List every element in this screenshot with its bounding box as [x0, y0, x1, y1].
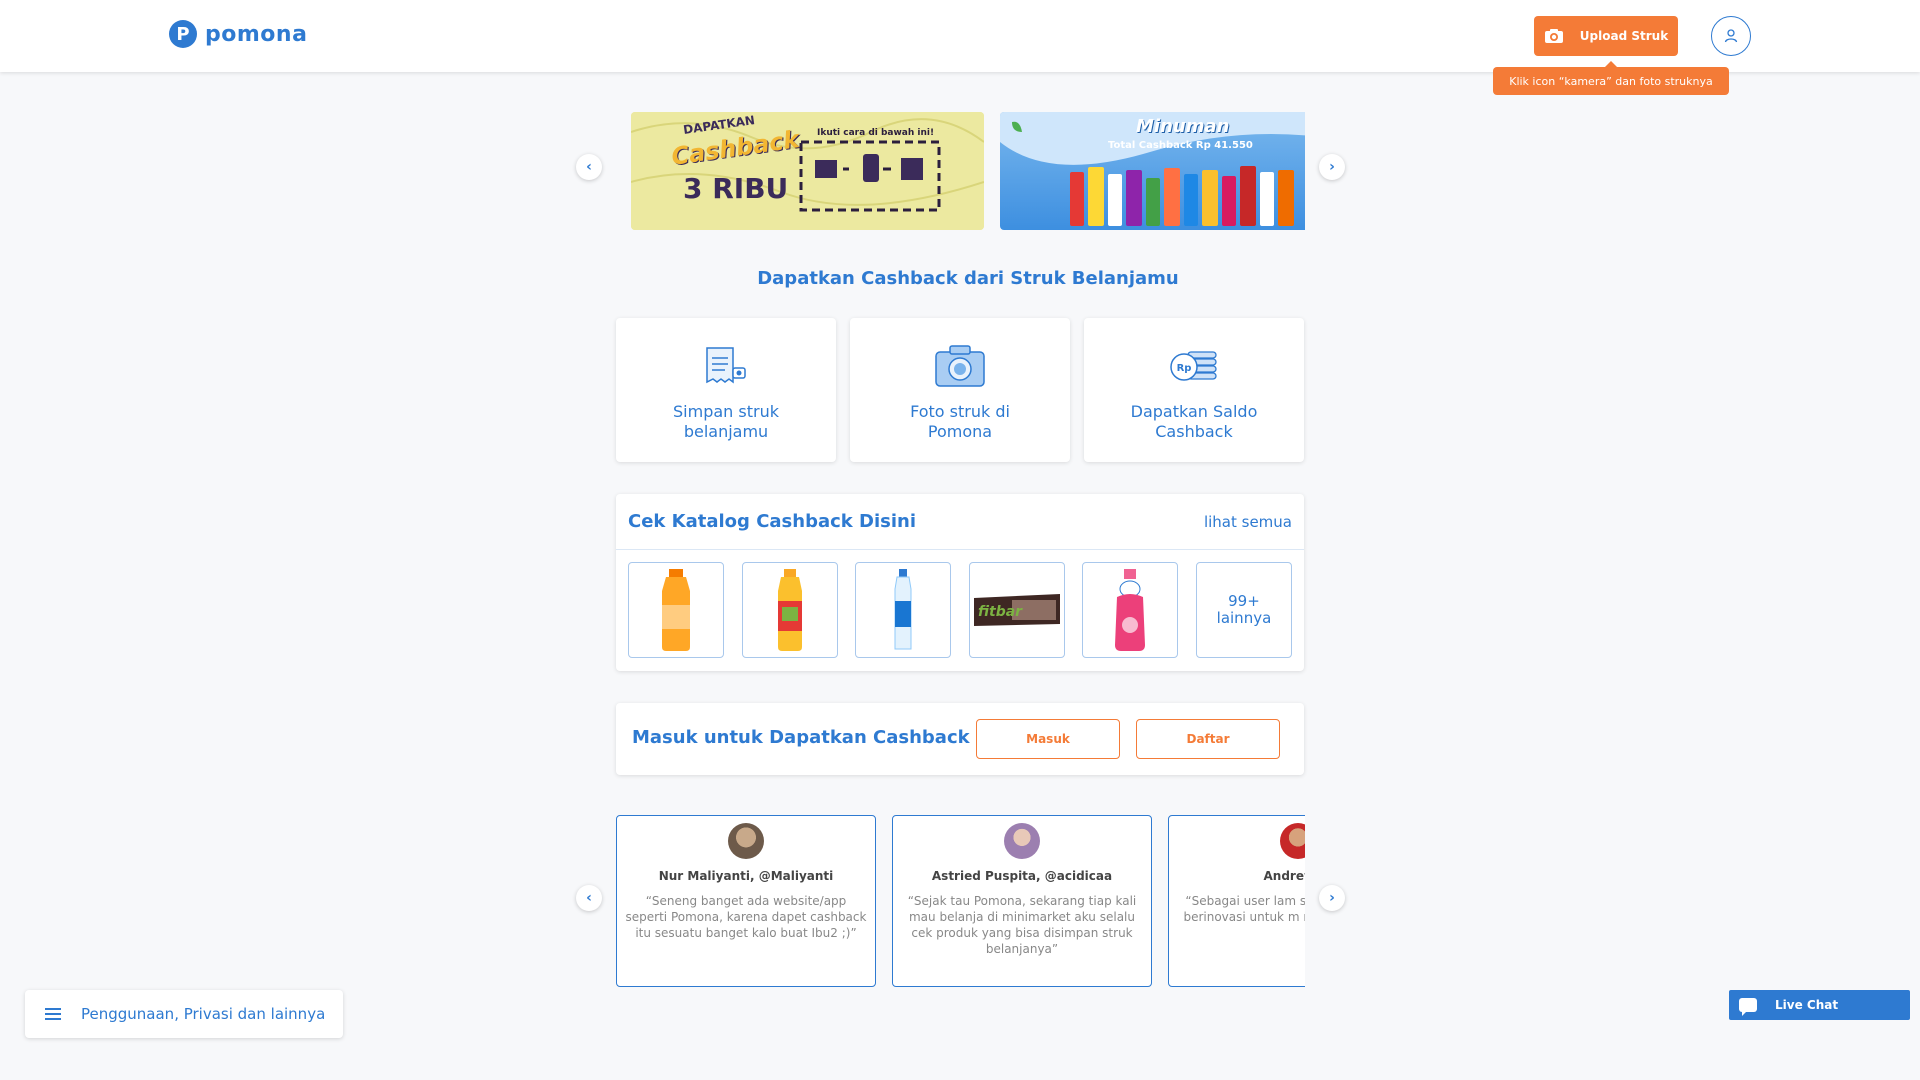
logo-mark-icon: P: [169, 20, 197, 48]
pomona-logo[interactable]: P pomona: [169, 20, 307, 48]
testimonial-name: Astried Puspita, @acidicaa: [931, 869, 1113, 883]
testimonial-text: “Seneng banget ada website/app seperti P…: [625, 894, 867, 940]
top-header: P pomona Upload Struk: [0, 0, 1920, 72]
receipt-icon: [698, 342, 754, 390]
banner2-title: Minuman: [1136, 116, 1230, 137]
banner1-line3: 3 RIBU: [683, 172, 789, 205]
testimonial-text: “Sejak tau Pomona, sekarang tiap kali ma…: [907, 894, 1137, 956]
fitbar-snack-image: fitbar: [973, 594, 1060, 626]
catalog-more-item[interactable]: 99+ lainnya: [1195, 562, 1292, 658]
logo-text: pomona: [205, 21, 308, 47]
banner-carousel: DAPATKAN Cashback 3 RIBU Ikuti cara di b…: [631, 112, 1305, 230]
catalog-title: Cek Katalog Cashback Disini: [628, 511, 916, 532]
footer-menu-button[interactable]: Penggunaan, Privasi dan lainnya: [25, 990, 343, 1038]
catalog-item-pink-milk[interactable]: [1082, 562, 1179, 658]
coins-icon: Rp: [1166, 342, 1222, 390]
tea-bottle-image: [777, 569, 802, 651]
upload-struk-label: Upload Struk: [1579, 29, 1669, 43]
more-label: lainnya: [1216, 609, 1272, 627]
catalog-items: fitbar 99+ lainnya: [616, 550, 1304, 670]
step-card-foto: Foto struk di Pomona: [850, 318, 1070, 462]
pink-milk-bottle-image: [1115, 569, 1146, 651]
live-chat-label: Live Chat: [1775, 998, 1839, 1012]
catalog-item-fitbar[interactable]: fitbar: [968, 562, 1065, 658]
banner-cashback-3ribu[interactable]: DAPATKAN Cashback 3 RIBU Ikuti cara di b…: [631, 112, 984, 230]
live-chat-button[interactable]: Live Chat: [1729, 990, 1910, 1020]
chevron-left-icon: ‹: [586, 890, 592, 906]
upload-tooltip: Klik icon “kamera” dan foto struknya: [1493, 61, 1729, 95]
step-label: Foto struk di Pomona: [910, 402, 1010, 441]
step-card-saldo: Rp Dapatkan Saldo Cashback: [1084, 318, 1304, 462]
camera-icon: [1544, 29, 1563, 43]
testimonial-next-arrow[interactable]: ›: [1319, 885, 1345, 911]
water-bottle-image: [894, 569, 912, 650]
chat-bubble-icon: [1739, 998, 1757, 1016]
register-button[interactable]: Daftar: [1136, 719, 1280, 759]
testimonial-card: Astried Puspita, @acidicaa “Sejak tau Po…: [892, 815, 1152, 987]
login-card: Masuk untuk Dapatkan Cashback Masuk Daft…: [616, 703, 1304, 775]
camera-icon: [932, 342, 988, 390]
steps-row: Simpan struk belanjamu Foto struk di Pom…: [616, 318, 1304, 462]
svg-text:Rp: Rp: [1177, 363, 1192, 374]
testimonial-card: Andrew W “Sebagai user lam senang dengan…: [1168, 815, 1305, 987]
catalog-card: Cek Katalog Cashback Disini lihat semua: [616, 494, 1304, 671]
user-icon: [1724, 29, 1738, 43]
avatar: [1004, 823, 1040, 859]
section-title: Dapatkan Cashback dari Struk Belanjamu: [757, 268, 1179, 289]
banner-minuman[interactable]: Minuman Total Cashback Rp 41.550: [1000, 112, 1305, 230]
user-account-button[interactable]: [1711, 16, 1751, 56]
banner-next-arrow[interactable]: ›: [1319, 154, 1345, 180]
step-card-simpan: Simpan struk belanjamu: [616, 318, 836, 462]
catalog-item-water[interactable]: [855, 562, 952, 658]
chevron-right-icon: ›: [1329, 890, 1335, 906]
catalog-header: Cek Katalog Cashback Disini lihat semua: [616, 494, 1304, 550]
upload-struk-button[interactable]: Upload Struk: [1534, 16, 1678, 56]
avatar: [728, 823, 764, 859]
svg-text:fitbar: fitbar: [978, 604, 1023, 620]
login-title: Masuk untuk Dapatkan Cashback: [632, 727, 970, 748]
login-button[interactable]: Masuk: [976, 719, 1120, 759]
catalog-item-tea[interactable]: [741, 562, 838, 658]
orange-juice-bottle-image: [662, 569, 690, 651]
banner2-subtitle: Total Cashback Rp 41.550: [1108, 140, 1253, 151]
more-count: 99+: [1228, 592, 1260, 610]
footer-menu-label: Penggunaan, Privasi dan lainnya: [81, 1005, 326, 1023]
banner1-hint: Ikuti cara di bawah ini!: [817, 128, 935, 138]
avatar: [1280, 823, 1305, 859]
banner-prev-arrow[interactable]: ‹: [576, 154, 602, 180]
testimonial-carousel: Nur Maliyanti, @Maliyanti “Seneng banget…: [616, 815, 1305, 989]
testimonial-card: Nur Maliyanti, @Maliyanti “Seneng banget…: [616, 815, 876, 987]
hamburger-menu-icon: [45, 1005, 61, 1023]
chevron-right-icon: ›: [1329, 159, 1335, 175]
testimonial-name: Andrew W: [1263, 869, 1306, 883]
chevron-left-icon: ‹: [586, 159, 592, 175]
step-label: Dapatkan Saldo Cashback: [1130, 402, 1258, 441]
testimonial-name: Nur Maliyanti, @Maliyanti: [658, 869, 834, 883]
see-all-link[interactable]: lihat semua: [1204, 513, 1292, 531]
testimonial-prev-arrow[interactable]: ‹: [576, 885, 602, 911]
step-label: Simpan struk belanjamu: [673, 402, 779, 441]
testimonial-text: “Sebagai user lam senang dengan Po berin…: [1183, 894, 1305, 924]
catalog-item-orange-juice[interactable]: [628, 562, 724, 658]
